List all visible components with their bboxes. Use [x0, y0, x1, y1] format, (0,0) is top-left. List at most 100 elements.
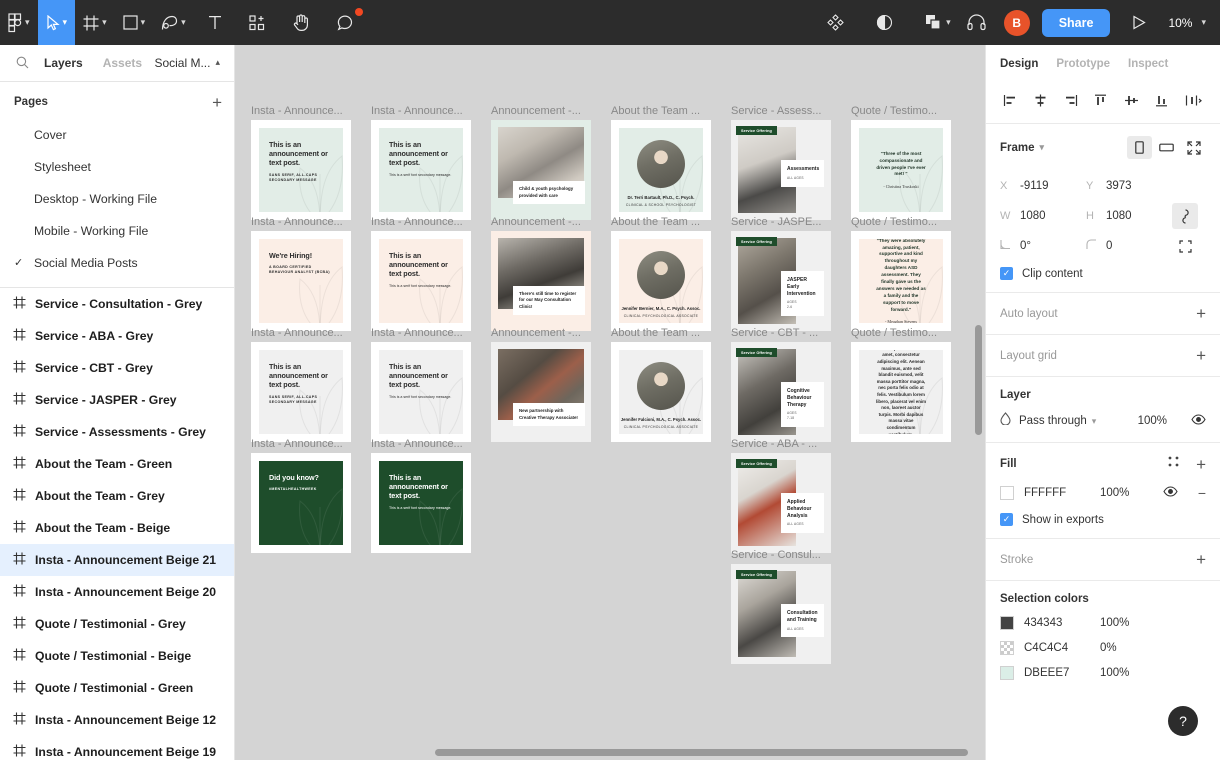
frame-content[interactable]: Lorem ipsum dolor sit amet, consectetur …	[851, 342, 951, 442]
tab-design[interactable]: Design	[1000, 58, 1038, 70]
frame-content[interactable]: Service Offering Cognitive Behaviour Ther…	[731, 342, 831, 442]
layer-item[interactable]: About the Team - Beige	[0, 512, 234, 544]
layer-opacity-value[interactable]: 100%	[1138, 415, 1167, 427]
frame-content[interactable]: Child & youth psychology provided with c…	[491, 120, 591, 220]
fill-styles-icon[interactable]	[1168, 455, 1180, 473]
canvas-frame[interactable]: Insta - Announce... We're Hiring! A BOARD …	[251, 216, 351, 331]
frame-content[interactable]: We're Hiring! A BOARD CERTIFIED BEHAVIOUR…	[251, 231, 351, 331]
frame-content[interactable]: Jennifer Falcioni, M.A., C. Psych. Assoc…	[611, 342, 711, 442]
tab-inspect[interactable]: Inspect	[1128, 58, 1168, 70]
add-layout-grid-button[interactable]: +	[1196, 347, 1206, 364]
remove-fill-button[interactable]: −	[1198, 485, 1206, 501]
canvas-frame[interactable]: Service - Consul... Service Offering Consu…	[731, 549, 831, 664]
frame-content[interactable]: New partnership with Creative Therapy As…	[491, 342, 591, 442]
chevron-down-icon[interactable]: ▾	[946, 18, 951, 27]
canvas-frame[interactable]: Service - ABA - ... Service Offering Appli…	[731, 438, 831, 553]
vertical-scrollbar[interactable]	[975, 325, 982, 435]
frame-content[interactable]: Dr. Terri Bartault, Ph.D., C. Psych. CLIN…	[611, 120, 711, 220]
clip-content-checkbox[interactable]: ✓	[1000, 267, 1013, 280]
text-tool-icon[interactable]	[194, 0, 236, 45]
add-page-button[interactable]: +	[212, 94, 222, 111]
canvas-frame[interactable]: About the Team ... Jennifer Falcioni, M.A…	[611, 327, 711, 442]
play-icon[interactable]	[1128, 0, 1150, 45]
frame-content[interactable]: This is an announcement or text post. Thi…	[371, 120, 471, 220]
search-icon[interactable]	[10, 56, 34, 69]
show-in-exports-row[interactable]: ✓ Show in exports	[1000, 513, 1206, 526]
align-bottom-icon[interactable]	[1150, 89, 1174, 111]
layer-item[interactable]: Quote / Testimonial - Beige	[0, 640, 234, 672]
layer-item[interactable]: Service - CBT - Grey	[0, 352, 234, 384]
canvas[interactable]: Insta - Announce... This is an announceme…	[235, 45, 985, 760]
width-property[interactable]: W 1080	[1000, 201, 1086, 231]
zoom-control[interactable]: 10% ▾	[1168, 16, 1206, 30]
fill-hex-value[interactable]: FFFFFF	[1024, 487, 1090, 499]
frame-content[interactable]: This is an announcement or text post. Thi…	[371, 453, 471, 553]
frame-content[interactable]: "Three of the most compassionate and dri…	[851, 120, 951, 220]
frame-content[interactable]: Jennifer Bernier, M.A., C. Psych. Assoc.…	[611, 231, 711, 331]
figma-logo-icon[interactable]: ▾	[0, 0, 38, 45]
avatar[interactable]: B	[1003, 9, 1030, 36]
clip-content-row[interactable]: ✓ Clip content	[1000, 267, 1206, 280]
selection-color-row[interactable]: DBEEE7 100%	[1000, 666, 1206, 680]
canvas-frame[interactable]: Insta - Announce... This is an announceme…	[251, 105, 351, 220]
frame-tool-icon[interactable]: ▾	[75, 0, 115, 45]
canvas-frame[interactable]: Quote / Testimo... "They were absolutely …	[851, 216, 951, 331]
page-item[interactable]: Desktop - Working File	[0, 183, 234, 215]
page-item[interactable]: Stylesheet	[0, 151, 234, 183]
canvas-frame[interactable]: Quote / Testimo... Lorem ipsum dolor sit …	[851, 327, 951, 442]
canvas-frame[interactable]: Announcement -... New partnership with Cr…	[491, 327, 591, 442]
layer-item[interactable]: Quote / Testimonial - Grey	[0, 608, 234, 640]
canvas-frame[interactable]: Insta - Announce... This is an announceme…	[371, 216, 471, 331]
components-tool-icon[interactable]	[236, 0, 279, 45]
chevron-down-icon[interactable]: ▾	[102, 18, 107, 27]
frame-content[interactable]: This is an announcement or text post. SAN…	[251, 120, 351, 220]
canvas-frame[interactable]: About the Team ... Dr. Terri Bartault, Ph…	[611, 105, 711, 220]
layer-item[interactable]: Insta - Announcement Beige 20	[0, 576, 234, 608]
chevron-down-icon[interactable]: ▾	[1092, 416, 1097, 427]
move-tool-icon[interactable]: ▾	[37, 0, 76, 45]
independent-corners-icon[interactable]	[1172, 233, 1198, 259]
selection-color-swatch[interactable]	[1000, 641, 1014, 655]
layer-item[interactable]: Service - ABA - Grey	[0, 320, 234, 352]
chevron-down-icon[interactable]: ▾	[1040, 142, 1045, 153]
height-property[interactable]: H 1080	[1086, 201, 1172, 231]
frame-content[interactable]: Service Offering JASPER Early Interventio…	[731, 231, 831, 331]
align-vertical-center-icon[interactable]	[1119, 89, 1143, 111]
chevron-down-icon[interactable]: ▾	[25, 18, 30, 27]
frame-content[interactable]: Service Offering Consultation and Trainin…	[731, 564, 831, 664]
rotation-property[interactable]: 0°	[1000, 231, 1086, 261]
layer-item[interactable]: Service - JASPER - Grey	[0, 384, 234, 416]
boolean-icon[interactable]: ▾	[909, 0, 961, 45]
frame-content[interactable]: Service Offering Assessments ALL AGES	[731, 120, 831, 220]
shape-tool-icon[interactable]: ▾	[115, 0, 154, 45]
resize-to-fit-icon[interactable]	[1181, 136, 1206, 159]
horizontal-scrollbar[interactable]	[435, 749, 968, 756]
comment-tool-icon[interactable]	[323, 0, 368, 45]
layer-item[interactable]: Service - Consultation - Grey	[0, 288, 234, 320]
page-item[interactable]: Cover	[0, 119, 234, 151]
selection-color-swatch[interactable]	[1000, 666, 1014, 680]
canvas-frame[interactable]: Insta - Announce... This is an announceme…	[251, 327, 351, 442]
canvas-frame[interactable]: Service - Assess... Service Offering Asses…	[731, 105, 831, 220]
chevron-down-icon[interactable]: ▾	[1201, 18, 1206, 27]
canvas-frame[interactable]: Announcement -... Child & youth psycholog…	[491, 105, 591, 220]
selection-color-row[interactable]: C4C4C4 0%	[1000, 641, 1206, 655]
canvas-frame[interactable]: Insta - Announce... Did you know? #MENTALH…	[251, 438, 351, 553]
y-property[interactable]: Y 3973	[1086, 171, 1172, 201]
fill-swatch[interactable]	[1000, 486, 1014, 500]
add-fill-button[interactable]: +	[1196, 456, 1206, 473]
headphones-icon[interactable]	[961, 0, 992, 45]
canvas-frame[interactable]: About the Team ... Jennifer Bernier, M.A.…	[611, 216, 711, 331]
frame-content[interactable]: This is an announcement or text post. Thi…	[371, 231, 471, 331]
file-name-dropdown[interactable]: Social M... ▴	[154, 56, 224, 70]
tab-prototype[interactable]: Prototype	[1056, 58, 1110, 70]
canvas-frame[interactable]: Service - JASPE... Service Offering JASPER…	[731, 216, 831, 331]
layer-item[interactable]: Insta - Announcement Beige 21	[0, 543, 234, 576]
tab-assets[interactable]: Assets	[93, 56, 152, 70]
contrast-icon[interactable]	[860, 0, 909, 45]
layer-item[interactable]: About the Team - Green	[0, 448, 234, 480]
chevron-down-icon[interactable]: ▾	[63, 18, 68, 27]
add-stroke-button[interactable]: +	[1196, 551, 1206, 568]
fill-visibility-icon[interactable]	[1163, 484, 1178, 502]
canvas-frame[interactable]: Quote / Testimo... "Three of the most com…	[851, 105, 951, 220]
